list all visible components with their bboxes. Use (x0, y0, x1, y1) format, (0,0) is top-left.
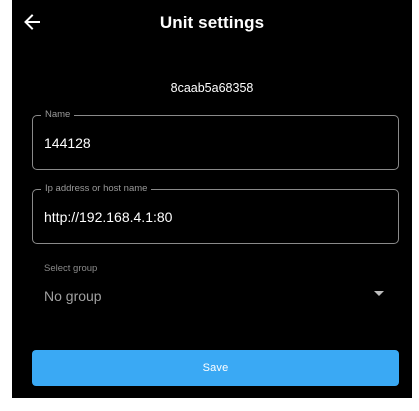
unit-id: 8caab5a68358 (170, 81, 254, 95)
address-field-label: Ip address or host name (41, 183, 152, 195)
name-input[interactable] (44, 134, 384, 152)
unit-settings-panel: Unit settings 8caab5a68358 Name Ip addre… (12, 0, 412, 398)
address-input[interactable] (44, 208, 384, 226)
page-title: Unit settings (159, 13, 265, 32)
save-button[interactable]: Save (32, 350, 399, 386)
name-field-label: Name (41, 109, 75, 121)
group-select[interactable]: Select group No group (32, 259, 399, 315)
screen: Unit settings 8caab5a68358 Name Ip addre… (0, 0, 419, 411)
address-field[interactable]: Ip address or host name (32, 183, 399, 244)
dropdown-arrow-icon[interactable] (374, 291, 384, 296)
group-select-label: Select group (44, 263, 98, 274)
name-field[interactable]: Name (32, 109, 399, 170)
top-bar: Unit settings (12, 0, 412, 46)
group-select-value: No group (44, 288, 102, 304)
save-button-label: Save (202, 362, 229, 374)
